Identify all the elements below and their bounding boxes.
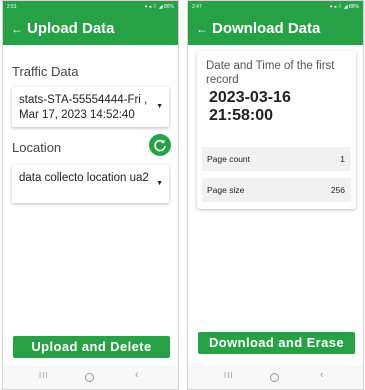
download-and-erase-button[interactable]: Download and Erase <box>198 332 355 354</box>
traffic-data-dropdown[interactable]: stats-STA-55554444-Fri , Mar 17, 2023 14… <box>12 87 169 127</box>
traffic-data-value: stats-STA-55554444-Fri , Mar 17, 2023 14… <box>19 94 148 121</box>
location-value: data collecto location ua2 <box>19 172 149 184</box>
page-title: Download Data <box>212 20 321 37</box>
first-record-title: Date and Time of the first record <box>206 60 335 86</box>
nav-back-icon[interactable]: ‹ <box>135 369 139 381</box>
page-title: Upload Data <box>27 20 115 37</box>
page-size-value: 256 <box>330 185 345 195</box>
status-time: 2:51 <box>7 4 17 10</box>
download-data-screen: 2:47 ▾ ◂ ⌔ ◢ 86% ← Download Data Date an… <box>187 0 364 390</box>
status-bar: 2:47 ▾ ◂ ⌔ ◢ 86% <box>188 1 363 13</box>
nav-back-icon[interactable]: ‹ <box>320 369 324 381</box>
status-time: 2:47 <box>192 4 202 10</box>
page-count-row: Page count 1 <box>202 147 351 171</box>
page-count-value: 1 <box>340 154 345 164</box>
status-icons: ▾ ◂ ⌔ ◢ 86% <box>144 4 174 10</box>
recents-icon[interactable]: III <box>224 371 234 380</box>
first-record-card: Date and Time of the first record 2023-0… <box>197 51 356 209</box>
page-count-label: Page count <box>207 154 251 164</box>
back-arrow-icon[interactable]: ← <box>11 21 23 37</box>
recents-icon[interactable]: III <box>39 371 49 380</box>
page-size-label: Page size <box>207 185 245 195</box>
home-icon[interactable] <box>270 373 279 382</box>
page-size-row: Page size 256 <box>202 178 351 202</box>
refresh-button[interactable] <box>149 134 171 156</box>
refresh-icon <box>154 139 166 152</box>
system-nav-bar: III ‹ <box>188 365 363 389</box>
back-arrow-icon[interactable]: ← <box>196 21 208 37</box>
system-nav-bar: III ‹ <box>3 365 178 389</box>
dropdown-arrow-icon: ▼ <box>156 180 163 187</box>
dropdown-arrow-icon: ▼ <box>156 103 163 110</box>
home-icon[interactable] <box>85 373 94 382</box>
status-bar: 2:51 ▾ ◂ ⌔ ◢ 86% <box>3 1 178 13</box>
first-record-datetime: 2023-03-16 21:58:00 <box>209 89 291 124</box>
status-icons: ▾ ◂ ⌔ ◢ 86% <box>329 4 359 10</box>
app-bar: ← Upload Data <box>3 13 178 45</box>
traffic-data-label: Traffic Data <box>12 64 79 79</box>
location-label: Location <box>12 140 62 155</box>
upload-data-screen: 2:51 ▾ ◂ ⌔ ◢ 86% ← Upload Data Traffic D… <box>2 0 179 390</box>
upload-and-delete-button[interactable]: Upload and Delete <box>13 336 170 358</box>
location-dropdown[interactable]: data collecto location ua2 ▼ <box>12 165 169 203</box>
app-bar: ← Download Data <box>188 13 363 45</box>
